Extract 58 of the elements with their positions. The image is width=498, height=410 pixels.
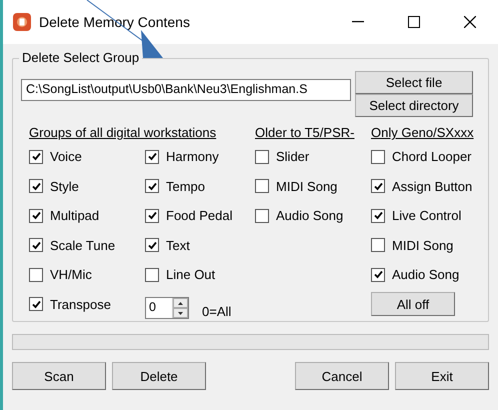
checkbox[interactable]: [371, 208, 385, 223]
checkbox[interactable]: [29, 238, 43, 252]
maximize-icon[interactable]: [408, 16, 420, 28]
down-icon[interactable]: [173, 308, 188, 318]
checkbox-label[interactable]: Live Control: [392, 208, 462, 224]
section-heading: Groups of all digital workstations: [29, 125, 218, 142]
checkbox-label[interactable]: Multipad: [50, 208, 100, 224]
select-file-button[interactable]: Select file: [355, 71, 473, 94]
dialog-button[interactable]: Cancel: [295, 362, 389, 390]
minimize-icon[interactable]: [352, 21, 364, 23]
checkbox-label[interactable]: Assign Button: [392, 178, 472, 194]
checkbox[interactable]: [371, 150, 385, 164]
close-icon[interactable]: [464, 16, 476, 28]
checkbox[interactable]: [145, 238, 159, 252]
checkbox[interactable]: [255, 208, 269, 223]
checkbox[interactable]: [255, 150, 269, 164]
checkbox[interactable]: [145, 208, 159, 223]
checkbox-label[interactable]: Transpose: [50, 296, 111, 312]
dialog-button[interactable]: Delete: [112, 362, 206, 390]
checkbox[interactable]: [371, 238, 385, 252]
checkbox-label[interactable]: Audio Song: [392, 267, 460, 282]
dialog-button[interactable]: Scan: [12, 362, 106, 390]
checkbox[interactable]: [145, 268, 159, 282]
checkbox-label[interactable]: Food Pedal: [166, 208, 232, 224]
app-icon: [13, 13, 31, 31]
checkbox-label[interactable]: VH/Mic: [50, 267, 92, 282]
section-heading: Older to T5/PSR-: [255, 125, 356, 142]
select-directory-button[interactable]: Select directory: [355, 94, 473, 117]
checkbox-label[interactable]: Line Out: [166, 267, 216, 282]
checkbox-label[interactable]: MIDI Song: [392, 238, 454, 253]
checkbox-label[interactable]: Style: [50, 178, 79, 194]
number-spinner[interactable]: 0: [145, 297, 189, 319]
checkbox[interactable]: [371, 268, 385, 282]
checkbox[interactable]: [29, 150, 43, 164]
section-heading: Only Geno/SXxxx: [371, 125, 475, 142]
checkbox[interactable]: [145, 179, 159, 194]
checkbox-label[interactable]: Voice: [50, 149, 82, 164]
checkbox-label[interactable]: Audio Song: [276, 208, 344, 224]
checkbox[interactable]: [371, 179, 385, 194]
checkbox[interactable]: [145, 150, 159, 164]
checkbox-label[interactable]: Chord Looper: [392, 149, 472, 164]
checkbox[interactable]: [29, 179, 43, 194]
checkbox-label[interactable]: Slider: [276, 149, 310, 164]
up-icon[interactable]: [173, 298, 188, 308]
checkbox[interactable]: [29, 208, 43, 223]
dialog-button[interactable]: Exit: [395, 362, 489, 390]
all-off-button[interactable]: All off: [371, 292, 455, 316]
checkbox[interactable]: [255, 179, 269, 194]
checkbox-label[interactable]: Tempo: [166, 178, 206, 194]
checkbox-label[interactable]: Harmony: [166, 149, 219, 164]
checkbox-label[interactable]: Scale Tune: [50, 238, 116, 253]
path-field[interactable]: C:\SongList\output\Usb0\Bank\Neu3\Englishman.S: [21, 79, 351, 101]
checkbox[interactable]: [29, 268, 43, 282]
checkbox-label[interactable]: Text: [166, 238, 190, 253]
checkbox[interactable]: [29, 297, 43, 312]
spinner-hint: 0=All: [202, 304, 232, 319]
group-title: Delete Select Group: [19, 50, 142, 65]
checkbox-label[interactable]: MIDI Song: [276, 178, 338, 194]
